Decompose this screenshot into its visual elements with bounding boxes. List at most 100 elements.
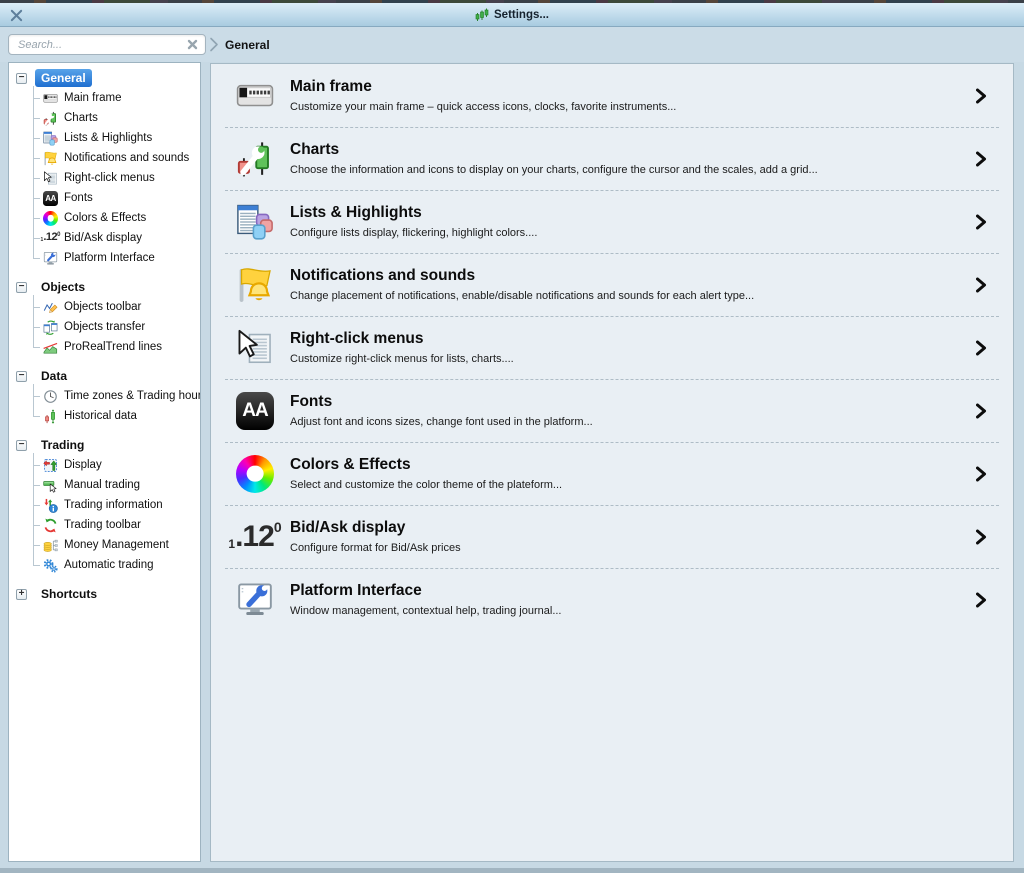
search-input[interactable]	[16, 38, 187, 52]
prorealtrend-icon	[43, 340, 58, 355]
sidebar-item-label: ProRealTrend lines	[64, 341, 162, 353]
close-icon	[10, 9, 23, 22]
bid-ask-icon: 1.120	[43, 231, 58, 246]
sidebar-item-prorealtrend-lines[interactable]: ProRealTrend lines	[33, 337, 196, 357]
collapse-icon[interactable]: −	[16, 73, 27, 84]
breadcrumb-chevron-icon	[209, 37, 219, 52]
settings-list-panel: Main frameCustomize your main frame – qu…	[210, 63, 1014, 862]
settings-row-charts[interactable]: ChartsChoose the information and icons t…	[211, 127, 1013, 190]
candlestick-chart-icon	[475, 8, 489, 22]
fonts-icon: AA	[43, 191, 58, 206]
right-click-menu-icon	[43, 171, 58, 186]
settings-row-description: Change placement of notifications, enabl…	[290, 290, 754, 302]
collapse-icon[interactable]: −	[16, 371, 27, 382]
right-click-menu-icon	[236, 329, 274, 367]
color-wheel-icon	[43, 211, 58, 226]
chevron-right-icon	[976, 403, 987, 418]
sidebar-item-label: Lists & Highlights	[64, 132, 152, 144]
platform-interface-icon	[43, 251, 58, 266]
settings-row-icon-wrap	[233, 201, 277, 243]
clear-search-icon[interactable]	[187, 39, 198, 50]
objects-toolbar-icon	[43, 300, 58, 315]
chevron-right-icon	[976, 151, 987, 166]
bid-ask-icon: 1.120	[236, 518, 274, 556]
sidebar-item-fonts[interactable]: AA Fonts	[33, 188, 196, 208]
sidebar-panel: −GeneralMain frameChartsLists & Highligh…	[8, 62, 201, 862]
sidebar-item-trading-information[interactable]: Trading information	[33, 495, 196, 515]
main-frame-icon	[43, 91, 58, 106]
sidebar-item-main-frame[interactable]: Main frame	[33, 88, 196, 108]
sidebar-group-label[interactable]: Data	[35, 367, 73, 385]
sidebar-item-bid-ask-display[interactable]: 1.120Bid/Ask display	[33, 228, 196, 248]
sidebar-group-data[interactable]: −Data	[16, 366, 196, 386]
search-box[interactable]	[8, 34, 206, 55]
settings-row-icon-wrap	[233, 75, 277, 117]
sidebar-item-colors-effects[interactable]: Colors & Effects	[33, 208, 196, 228]
sidebar-item-display[interactable]: Display	[33, 455, 196, 475]
sidebar-item-objects-toolbar[interactable]: Objects toolbar	[33, 297, 196, 317]
settings-row-title: Notifications and sounds	[290, 267, 754, 285]
settings-row-icon-wrap	[233, 453, 277, 495]
collapse-icon[interactable]: −	[16, 440, 27, 451]
sidebar-item-label: Trading toolbar	[64, 519, 141, 531]
settings-row-bid-ask-display[interactable]: 1.120Bid/Ask displayConfigure format for…	[211, 505, 1013, 568]
settings-row-notifications-and-sounds[interactable]: Notifications and sounds Change placement…	[211, 253, 1013, 316]
charts-icon	[236, 140, 274, 178]
sidebar-item-trading-toolbar[interactable]: Trading toolbar	[33, 515, 196, 535]
expand-icon[interactable]: +	[16, 589, 27, 600]
sidebar-item-time-zones-trading-hours[interactable]: Time zones & Trading hours	[33, 386, 196, 406]
sidebar-group-objects[interactable]: −Objects	[16, 277, 196, 297]
sidebar-item-label: Right-click menus	[64, 172, 155, 184]
historical-data-icon	[43, 409, 58, 424]
sidebar-item-platform-interface[interactable]: Platform Interface	[33, 248, 196, 268]
chevron-right-icon	[976, 592, 987, 607]
sidebar-item-manual-trading[interactable]: Manual trading	[33, 475, 196, 495]
sidebar-item-charts[interactable]: Charts	[33, 108, 196, 128]
settings-row-title: Bid/Ask display	[290, 519, 461, 537]
sidebar-item-label: Objects toolbar	[64, 301, 141, 313]
settings-row-description: Customize right-click menus for lists, c…	[290, 353, 514, 365]
sidebar-group-general[interactable]: −General	[16, 68, 196, 88]
breadcrumb[interactable]: General	[209, 27, 270, 62]
chevron-right-icon	[976, 466, 987, 481]
settings-row-description: Configure lists display, flickering, hig…	[290, 227, 537, 239]
notifications-icon	[43, 151, 58, 166]
sidebar-group-shortcuts[interactable]: + Shortcuts	[16, 584, 196, 604]
sidebar-item-objects-transfer[interactable]: Objects transfer	[33, 317, 196, 337]
settings-row-main-frame[interactable]: Main frameCustomize your main frame – qu…	[211, 64, 1013, 127]
settings-row-fonts[interactable]: AAFontsAdjust font and icons sizes, chan…	[211, 379, 1013, 442]
sidebar-group-trading[interactable]: −Trading	[16, 435, 196, 455]
sidebar-item-label: Manual trading	[64, 479, 140, 491]
sidebar-item-lists-highlights[interactable]: Lists & Highlights	[33, 128, 196, 148]
settings-row-icon-wrap	[233, 264, 277, 306]
settings-row-description: Window management, contextual help, trad…	[290, 605, 562, 617]
sidebar-item-notifications-and-sounds[interactable]: Notifications and sounds	[33, 148, 196, 168]
settings-row-right-click-menus[interactable]: Right-click menusCustomize right-click m…	[211, 316, 1013, 379]
sidebar-item-historical-data[interactable]: Historical data	[33, 406, 196, 426]
trading-display-icon	[43, 458, 58, 473]
sidebar-group-label[interactable]: Objects	[35, 278, 91, 296]
sidebar-group-label[interactable]: Trading	[35, 436, 90, 454]
manual-trading-icon	[43, 478, 58, 493]
close-button[interactable]	[8, 7, 24, 23]
sidebar-item-automatic-trading[interactable]: Automatic trading	[33, 555, 196, 575]
chevron-right-icon	[976, 277, 987, 292]
settings-row-title: Platform Interface	[290, 582, 562, 600]
sidebar-item-label: Historical data	[64, 410, 137, 422]
settings-row-platform-interface[interactable]: Platform Interface Window management, con…	[211, 568, 1013, 631]
sidebar-group-label[interactable]: Shortcuts	[35, 585, 103, 603]
sidebar-item-label: Fonts	[64, 192, 93, 204]
sidebar-item-right-click-menus[interactable]: Right-click menus	[33, 168, 196, 188]
platform-interface-icon	[236, 581, 274, 619]
settings-row-icon-wrap: 1.120	[233, 516, 277, 558]
sidebar-item-money-management[interactable]: Money Management	[33, 535, 196, 555]
settings-row-lists-highlights[interactable]: Lists & HighlightsConfigure lists displa…	[211, 190, 1013, 253]
sidebar-item-label: Objects transfer	[64, 321, 145, 333]
sidebar-item-label: Time zones & Trading hours	[64, 390, 201, 402]
sidebar-group-label[interactable]: General	[35, 69, 92, 87]
collapse-icon[interactable]: −	[16, 282, 27, 293]
sidebar-item-label: Automatic trading	[64, 559, 154, 571]
clock-icon	[43, 389, 58, 404]
automatic-trading-icon	[43, 558, 58, 573]
settings-row-colors-effects[interactable]: Colors & EffectsSelect and customize the…	[211, 442, 1013, 505]
